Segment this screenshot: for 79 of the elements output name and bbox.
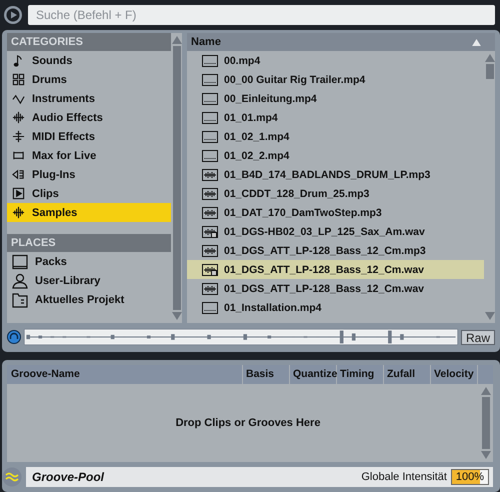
file-row[interactable]: 01_DGS_ATT_LP-128_Bass_12_Cm.wav bbox=[187, 279, 484, 298]
wave-icon bbox=[12, 92, 25, 105]
column-header[interactable]: Quantize bbox=[290, 365, 337, 384]
category-item[interactable]: Max for Live bbox=[7, 146, 171, 165]
raw-button[interactable]: Raw bbox=[460, 330, 495, 344]
video-file-icon bbox=[202, 54, 218, 66]
section-header: CATEGORIES bbox=[7, 33, 171, 51]
groove-icon[interactable] bbox=[2, 467, 22, 487]
audio-file-icon bbox=[202, 282, 218, 294]
video-file-icon bbox=[202, 150, 218, 162]
place-item[interactable]: Packs bbox=[7, 252, 171, 271]
video-file-icon bbox=[202, 74, 218, 86]
max-icon bbox=[12, 149, 25, 162]
scroll-up-icon[interactable] bbox=[484, 54, 494, 62]
file-row[interactable]: 01_02_1.mp4 bbox=[187, 127, 484, 146]
video-file-icon bbox=[202, 92, 218, 104]
plug-icon bbox=[12, 168, 25, 181]
file-row[interactable]: 01_B4D_174_BADLANDS_DRUM_LP.mp3 bbox=[187, 165, 484, 184]
file-row[interactable]: 01_CDDT_128_Drum_25.mp3 bbox=[187, 184, 484, 203]
category-item[interactable]: Samples bbox=[7, 203, 171, 222]
category-item[interactable]: Audio Effects bbox=[7, 108, 171, 127]
file-row[interactable]: 01_01.mp4 bbox=[187, 108, 484, 127]
file-row[interactable]: 01_DGS_ATT_LP-128_Bass_12_Cm.mp3 bbox=[187, 241, 484, 260]
place-item[interactable]: Aktuelles Projekt bbox=[7, 290, 171, 309]
scrollbar[interactable] bbox=[479, 384, 493, 462]
pack-icon bbox=[12, 254, 28, 270]
play-icon[interactable] bbox=[3, 5, 23, 25]
scrollbar[interactable] bbox=[484, 51, 495, 323]
audio-file-icon bbox=[202, 226, 218, 238]
video-file-icon bbox=[202, 130, 218, 142]
headphones-icon[interactable] bbox=[7, 330, 21, 344]
column-header[interactable]: Basis bbox=[243, 365, 290, 384]
scroll-up-icon[interactable] bbox=[172, 36, 182, 44]
scroll-down-icon[interactable] bbox=[172, 312, 182, 320]
category-item[interactable]: Instruments bbox=[7, 89, 171, 108]
empty-message: Drop Clips or Grooves Here bbox=[174, 416, 322, 431]
category-item[interactable]: MIDI Effects bbox=[7, 127, 171, 146]
file-row[interactable]: 01_Installation.mp4 bbox=[187, 298, 484, 317]
scroll-up-icon[interactable] bbox=[481, 387, 491, 395]
search-field[interactable]: Suche (Befehl + F) bbox=[28, 5, 495, 25]
file-row[interactable]: 01_DGS_ATT_LP-128_Bass_12_Cm.wav bbox=[187, 260, 484, 279]
file-row[interactable]: 00_00 Guitar Rig Trailer.mp4 bbox=[187, 70, 484, 89]
sort-icon bbox=[472, 38, 481, 46]
scroll-down-icon[interactable] bbox=[481, 451, 491, 459]
category-item[interactable]: Clips bbox=[7, 184, 171, 203]
file-row[interactable]: 00.mp4 bbox=[187, 51, 484, 70]
midifx-icon bbox=[12, 130, 25, 143]
audio-file-icon bbox=[202, 206, 218, 218]
scroll-thumb[interactable] bbox=[486, 64, 494, 79]
column-header[interactable]: Velocity bbox=[431, 365, 478, 384]
category-item[interactable]: Sounds bbox=[7, 51, 171, 70]
file-row[interactable]: 00_Einleitung.mp4 bbox=[187, 89, 484, 108]
sample-icon bbox=[12, 206, 25, 219]
groove-pool-title: Groove-Pool bbox=[32, 470, 106, 484]
file-row[interactable]: 01_DGS-HB02_03_LP_125_Sax_Am.wav bbox=[187, 222, 484, 241]
clip-icon bbox=[12, 187, 25, 200]
video-file-icon bbox=[202, 112, 218, 124]
intensity-label: Globale Intensität bbox=[361, 471, 447, 483]
column-header[interactable]: Zufall bbox=[384, 365, 431, 384]
section-header: PLACES bbox=[7, 234, 171, 252]
category-item[interactable]: Drums bbox=[7, 70, 171, 89]
column-header[interactable]: Groove-Name bbox=[7, 365, 243, 384]
grid-icon bbox=[12, 73, 25, 86]
user-icon bbox=[12, 272, 28, 288]
video-file-icon bbox=[202, 302, 218, 314]
scroll-down-icon[interactable] bbox=[484, 312, 494, 320]
audio-file-icon bbox=[202, 168, 218, 180]
column-header[interactable]: Name bbox=[187, 33, 495, 51]
folder-icon bbox=[12, 292, 28, 308]
column-header[interactable]: Timing bbox=[337, 365, 384, 384]
audio-file-icon bbox=[202, 264, 218, 276]
file-row[interactable]: 01_DAT_170_DamTwoStep.mp3 bbox=[187, 203, 484, 222]
place-item[interactable]: User-Library bbox=[7, 271, 171, 290]
scrollbar[interactable] bbox=[171, 33, 182, 323]
file-row[interactable]: 01_02_2.mp4 bbox=[187, 146, 484, 165]
audiofx-icon bbox=[12, 111, 25, 124]
audio-file-icon bbox=[202, 244, 218, 256]
audio-file-icon bbox=[202, 188, 218, 200]
category-item[interactable]: Plug-Ins bbox=[7, 165, 171, 184]
